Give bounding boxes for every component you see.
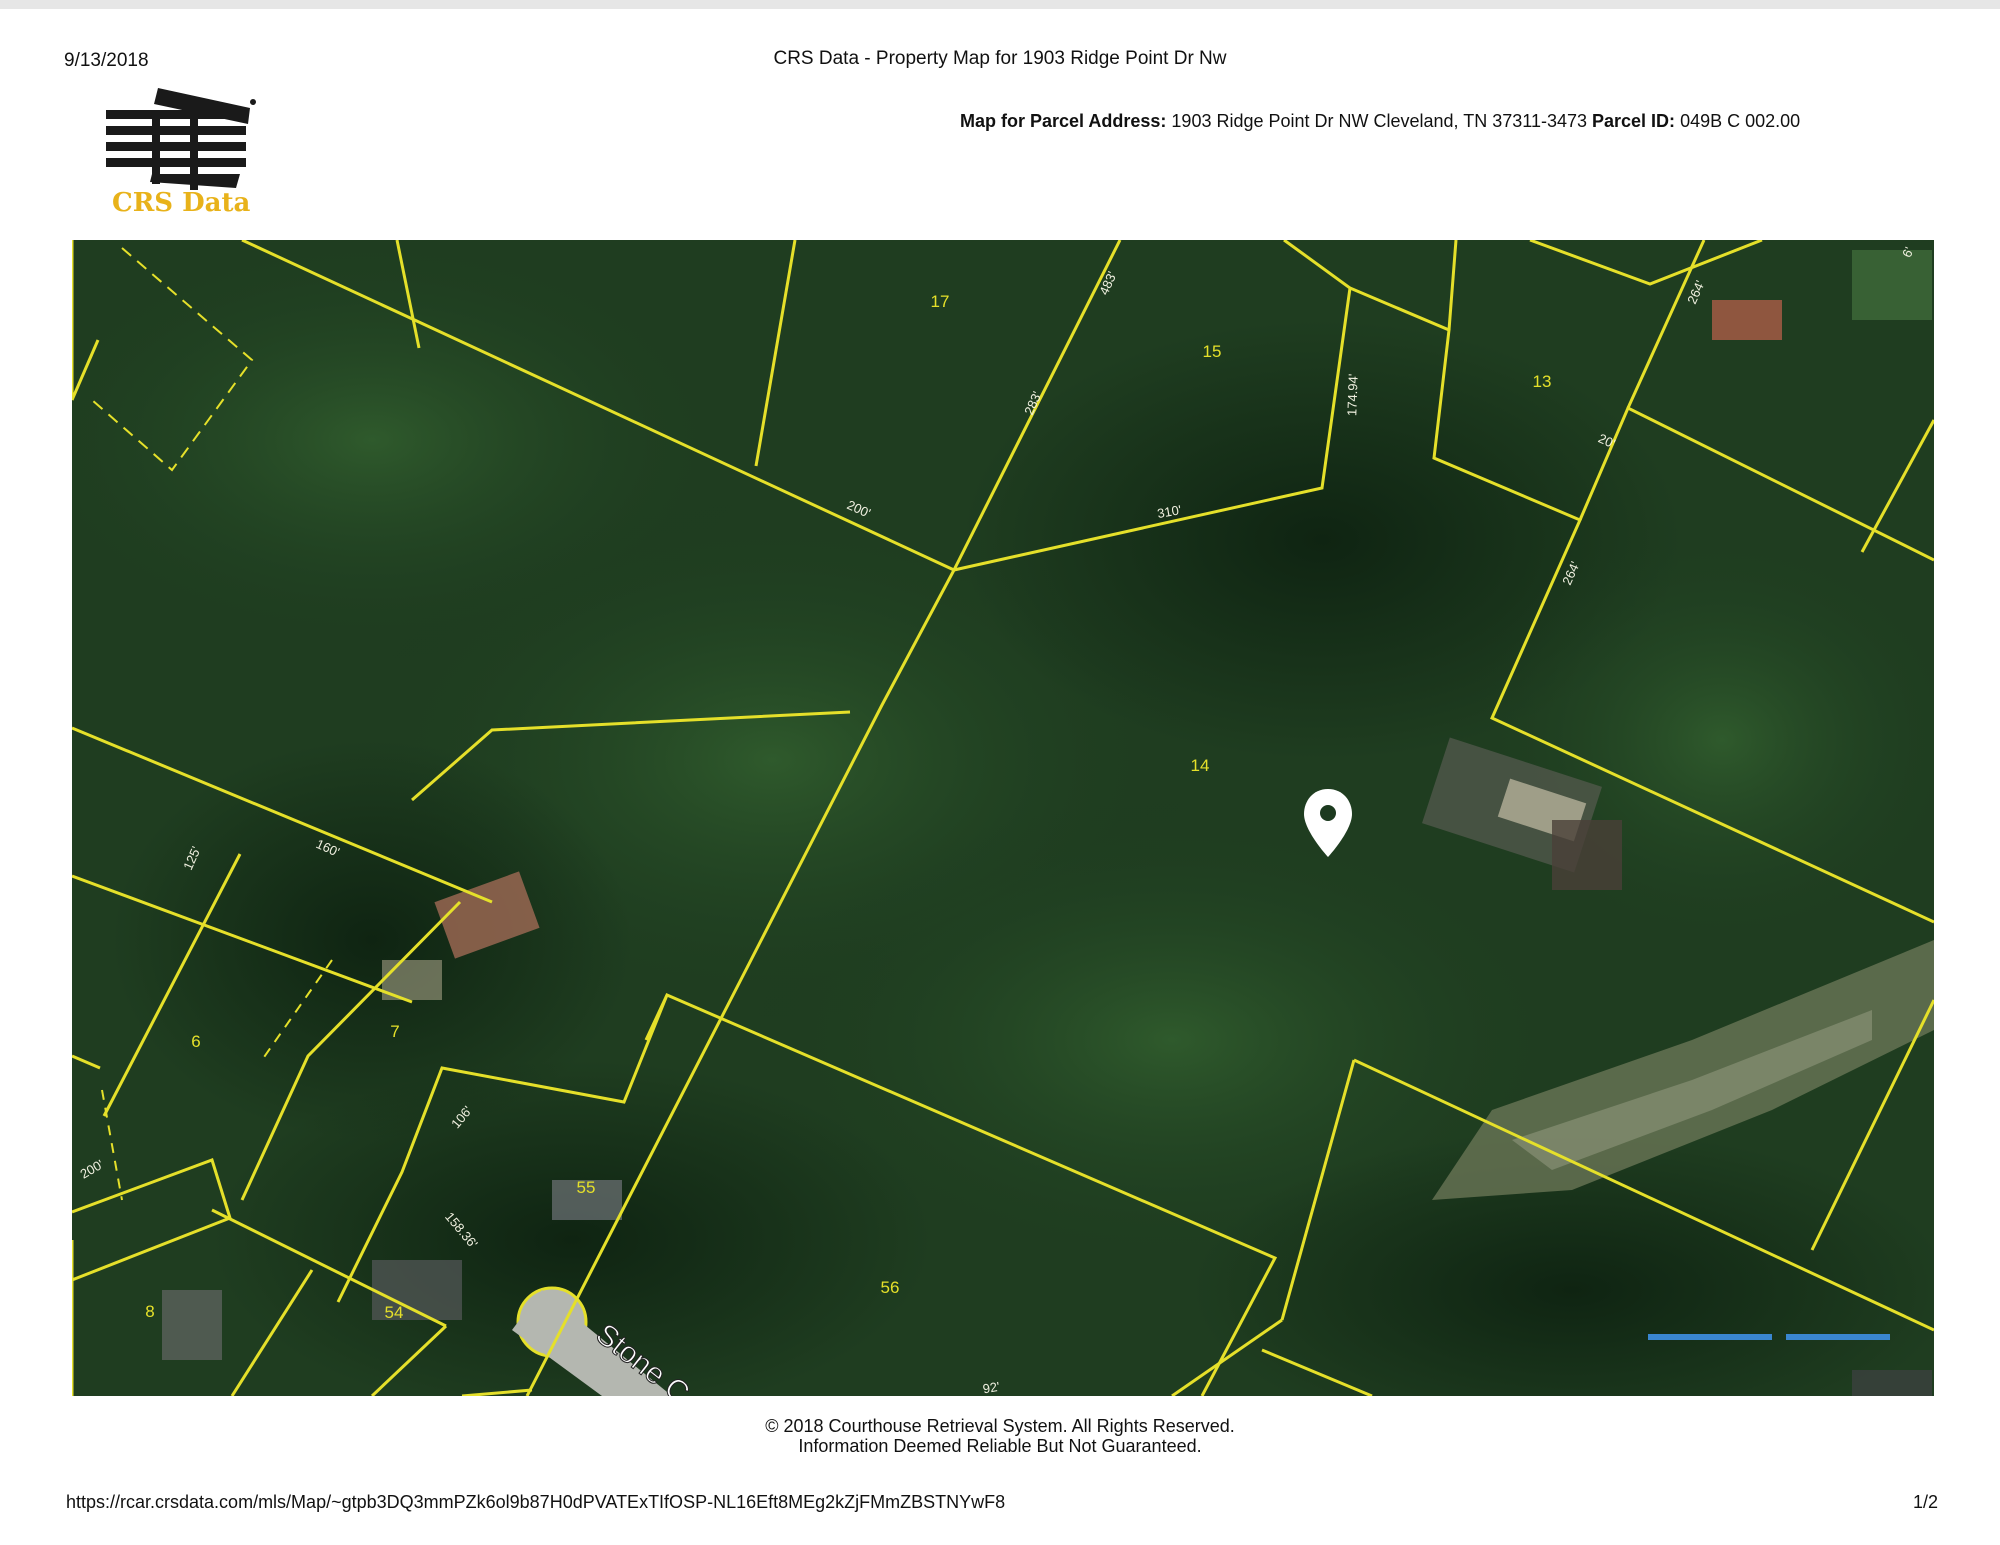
dim-92: 92' <box>982 1379 1001 1396</box>
dim-174: 174.94' <box>1344 373 1360 416</box>
copyright-text: © 2018 Courthouse Retrieval System. All … <box>765 1416 1235 1436</box>
parcel-label-55[interactable]: 55 <box>577 1178 596 1197</box>
page-title: CRS Data - Property Map for 1903 Ridge P… <box>773 48 1227 69</box>
page-number: 1/2 <box>1912 1492 1938 1512</box>
parcel-address: 1903 Ridge Point Dr NW Cleveland, TN 373… <box>1171 111 1587 131</box>
parcel-label-17[interactable]: 17 <box>931 292 950 311</box>
logo-text: CRS Data <box>112 188 251 218</box>
parcel-id: 049B C 002.00 <box>1680 111 1801 131</box>
scale-bar <box>1648 1334 1890 1340</box>
parcel-label-54[interactable]: 54 <box>385 1303 404 1322</box>
parcel-label-6[interactable]: 6 <box>191 1032 200 1051</box>
parcel-id-label: Parcel ID: <box>1592 111 1676 131</box>
parcel-label-15[interactable]: 15 <box>1203 342 1222 361</box>
parcel-label-14[interactable]: 14 <box>1191 756 1210 775</box>
page-url[interactable]: https://rcar.crsdata.com/mls/Map/~gtpb3D… <box>66 1492 1005 1513</box>
parcel-info: Map for Parcel Address: 1903 Ridge Point… <box>960 111 1800 132</box>
aerial-imagery <box>72 240 1934 1396</box>
parcel-label-13[interactable]: 13 <box>1533 372 1552 391</box>
parcel-label-7[interactable]: 7 <box>390 1022 399 1041</box>
parcel-label-56[interactable]: 56 <box>881 1278 900 1297</box>
top-border <box>0 0 2000 9</box>
property-map[interactable]: 17 15 13 14 6 7 55 56 54 8 483' 283' 174… <box>72 240 1934 1396</box>
disclaimer-text: Information Deemed Reliable But Not Guar… <box>798 1436 1202 1456</box>
parcel-address-label: Map for Parcel Address: <box>960 111 1167 131</box>
parcel-label-8[interactable]: 8 <box>145 1302 154 1321</box>
